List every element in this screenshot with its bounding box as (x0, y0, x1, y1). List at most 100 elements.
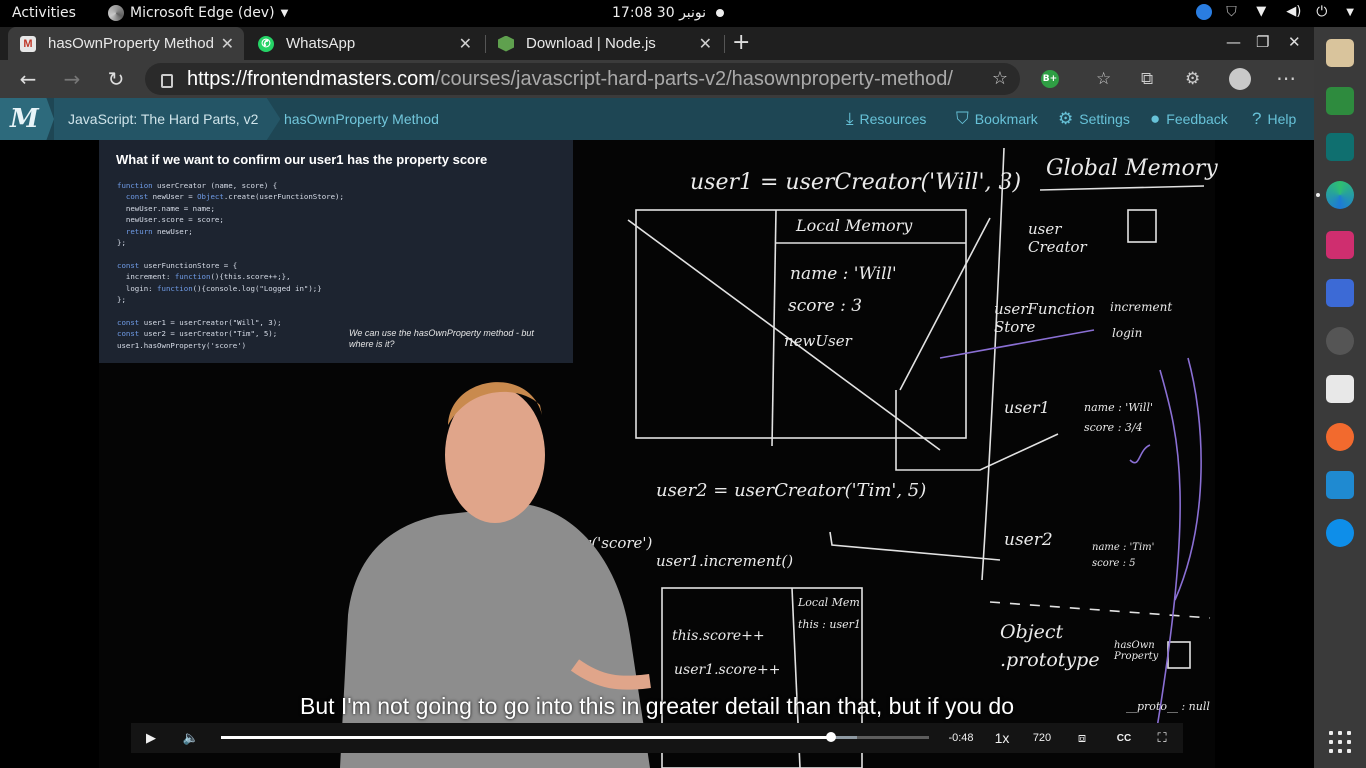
favorites-icon[interactable]: ☆ (1096, 69, 1111, 89)
power-icon[interactable]: ⏻ (1316, 4, 1332, 20)
chat-bubble-icon: ● (1150, 109, 1161, 128)
address-bar[interactable]: https://frontendmasters.com/courses/java… (145, 63, 1020, 95)
chevron-down-icon[interactable]: ▼ (1346, 7, 1354, 18)
app-name: Microsoft Edge (dev) (130, 5, 275, 21)
chalk-score-row: score : 3 (788, 296, 863, 316)
screenshot-icon[interactable] (1326, 279, 1354, 307)
chalk-increment: increment (1110, 300, 1173, 314)
speed-button[interactable]: 1x (989, 723, 1015, 753)
chalk-user2: user2 (1004, 530, 1053, 550)
back-arrow-icon[interactable]: ← (16, 67, 40, 91)
player-controls: ▶ 🔈 -0:48 1x 720 ⧈ CC ⛶ (131, 723, 1183, 753)
video-player[interactable]: user1 = userCreator('Will', 3) Local Mem… (0, 140, 1314, 768)
breadcrumb-lesson[interactable]: hasOwnProperty Method (284, 98, 439, 140)
resources-link[interactable]: ⤓ Resources (846, 98, 926, 140)
download-manager-icon[interactable] (1326, 87, 1354, 115)
ubuntu-dock (1314, 27, 1366, 768)
activities-button[interactable]: Activities (12, 5, 76, 21)
chevron-down-icon: ▼ (280, 7, 289, 19)
new-tab-button[interactable]: + (732, 30, 750, 55)
url-text[interactable]: https://frontendmasters.com/courses/java… (187, 68, 953, 91)
tab-hasownproperty[interactable]: M hasOwnProperty Method ✕ (8, 27, 244, 60)
slide-title: What if we want to confirm our user1 has… (116, 152, 488, 167)
chalk-name-row: name : 'Will' (790, 264, 897, 284)
progress-knob[interactable] (826, 732, 837, 742)
profile-avatar[interactable] (1229, 68, 1251, 90)
show-applications-icon[interactable] (1329, 731, 1351, 753)
tab-nodejs[interactable]: Download | Node.js ✕ (486, 27, 722, 60)
notification-dot-icon (716, 9, 724, 17)
lock-icon[interactable] (161, 74, 173, 88)
refresh-icon[interactable]: ↻ (104, 67, 128, 91)
whatsapp-icon: ✆ (258, 35, 274, 52)
chalk-local-mem: Local Mem (798, 596, 860, 609)
help-link[interactable]: ? Help (1252, 98, 1296, 140)
browser-toolbar: ← → ↻ https://frontendmasters.com/course… (0, 60, 1314, 98)
add-favorite-icon[interactable]: ☆ (992, 68, 1008, 89)
close-icon[interactable]: ✕ (699, 34, 712, 54)
document-viewer-icon[interactable] (1326, 375, 1354, 403)
teamviewer-tray-icon[interactable] (1196, 4, 1213, 20)
settings-link[interactable]: ⚙ Settings (1058, 98, 1130, 140)
more-options-icon[interactable]: ⋯ (1276, 66, 1296, 90)
tab-label: WhatsApp (286, 35, 356, 52)
captions-icon[interactable]: CC (1113, 723, 1135, 753)
progress-bar[interactable] (221, 732, 929, 742)
vscode-icon[interactable] (1326, 133, 1354, 161)
active-indicator (1316, 193, 1320, 197)
video-subtitle: But I'm not going to go into this in gre… (299, 693, 1014, 719)
slide-note: We can use the hasOwnProperty method - b… (349, 328, 534, 349)
chalk-global-memory: Global Memory (1046, 156, 1218, 181)
chalk-increment-call: user1.increment() (656, 552, 794, 570)
clock[interactable]: 17:08 30 نونبر (612, 5, 706, 21)
close-window-icon[interactable]: ✕ (1288, 33, 1301, 51)
minimize-icon[interactable]: — (1226, 33, 1241, 51)
tab-strip: M hasOwnProperty Method ✕ ✆ WhatsApp ✕ D… (0, 27, 1314, 60)
shield-tray-icon[interactable]: ⛉ (1226, 4, 1242, 20)
volume-icon[interactable]: ◀) (1286, 4, 1302, 20)
close-icon[interactable]: ✕ (221, 34, 234, 54)
intellij-icon[interactable] (1326, 231, 1354, 259)
system-tray[interactable]: ⛉ ▼ ◀) ⏻ ▼ (1196, 4, 1354, 20)
picture-in-picture-icon[interactable]: ⧈ (1071, 723, 1093, 753)
chalk-user1-score: user1.score++ (674, 662, 781, 678)
play-icon[interactable]: ▶ (139, 723, 163, 753)
collections-icon[interactable]: ⧉ (1141, 69, 1153, 89)
chalk-user2-call: user2 = userCreator('Tim', 5) (656, 480, 927, 501)
extensions-icon[interactable]: ⚙ (1185, 69, 1200, 89)
volume-icon[interactable]: 🔈 (179, 723, 203, 753)
help-icon: ? (1252, 109, 1262, 128)
fullscreen-icon[interactable]: ⛶ (1151, 723, 1173, 753)
tab-label: Download | Node.js (526, 35, 656, 52)
chalk-user1-props: name : 'Will' score : 3/4 (1084, 401, 1153, 434)
bookmark-icon: ⛉ (956, 109, 969, 128)
restore-icon[interactable]: ❐ (1256, 33, 1269, 51)
postman-icon[interactable] (1326, 423, 1354, 451)
app-menu[interactable]: Microsoft Edge (dev) ▼ (108, 5, 288, 21)
files-icon[interactable] (1326, 39, 1354, 67)
tab-whatsapp[interactable]: ✆ WhatsApp ✕ (246, 27, 482, 60)
fm-course-header: M JavaScript: The Hard Parts, v2 hasOwnP… (0, 98, 1314, 140)
bplus-extension-icon[interactable]: B+ (1041, 70, 1059, 88)
clock-app-icon[interactable] (1326, 327, 1354, 355)
played-bar (221, 736, 832, 739)
nodejs-icon (498, 35, 514, 52)
tab-label: hasOwnProperty Method (48, 35, 214, 52)
fm-logo[interactable]: M (0, 98, 54, 140)
feedback-link[interactable]: ● Feedback (1150, 98, 1228, 140)
frontendmasters-icon: M (20, 35, 36, 52)
lesson-slide: What if we want to confirm our user1 has… (99, 140, 573, 363)
forward-arrow-icon[interactable]: → (60, 67, 84, 91)
teamviewer-icon[interactable] (1326, 519, 1354, 547)
edge-dev-icon (108, 5, 124, 21)
chalk-login: login (1112, 326, 1143, 340)
wifi-icon[interactable]: ▼ (1256, 4, 1272, 20)
webstorm-icon[interactable] (1326, 471, 1354, 499)
bookmark-link[interactable]: ⛉ Bookmark (956, 98, 1038, 140)
chalk-hasown-label: hasOwn Property (1114, 640, 1159, 662)
breadcrumb-course[interactable]: JavaScript: The Hard Parts, v2 (54, 98, 281, 140)
close-icon[interactable]: ✕ (459, 34, 472, 54)
chalk-user-function-store: userFunction Store (994, 300, 1096, 336)
quality-button[interactable]: 720 (1027, 723, 1057, 753)
edge-dev-icon[interactable] (1326, 181, 1354, 209)
